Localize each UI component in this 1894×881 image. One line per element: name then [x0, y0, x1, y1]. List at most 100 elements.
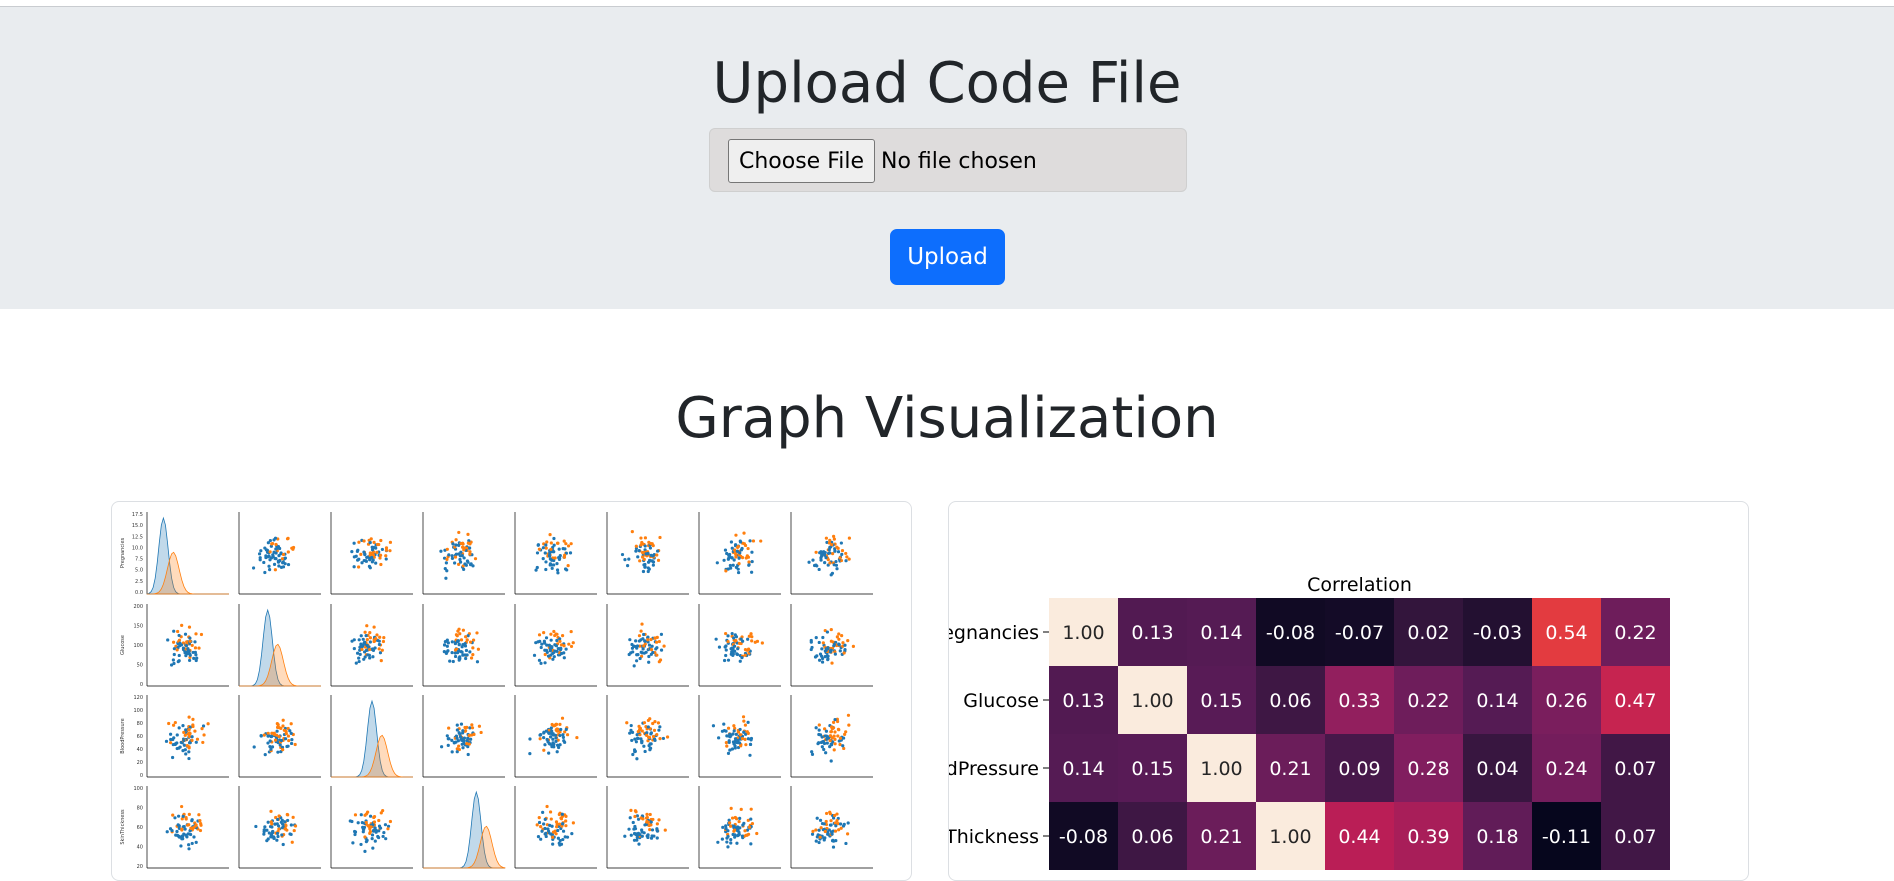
pairplot-tick-label: 2.5	[135, 579, 143, 585]
heatmap-cell-value: 0.33	[1338, 690, 1380, 712]
heatmap-cell-value: 1.00	[1131, 690, 1173, 712]
pairplot-scatter-panel	[790, 604, 873, 687]
pairplot-scatter-panel	[238, 695, 321, 778]
heatmap-cell-value: 0.39	[1407, 826, 1449, 848]
heatmap-row-label: egnancies	[949, 622, 1039, 644]
pairplot-scatter-panel	[238, 512, 321, 595]
pairplot-tick-label: 10.0	[132, 545, 143, 551]
pairplot-kde-panel	[146, 512, 229, 595]
correlation-card: Correlation egnancies 1.00 0.13 0.14 -0.08 -0.…	[948, 501, 1749, 881]
heatmap-cell-value: 0.06	[1269, 690, 1311, 712]
correlation-heatmap: Correlation egnancies 1.00 0.13 0.14 -0.08 -0.…	[949, 574, 1670, 870]
pairplot-scatter-panel	[790, 512, 873, 595]
pairplot-scatter-panel	[238, 786, 321, 869]
heatmap-cell-value: 0.15	[1200, 690, 1242, 712]
pairplot-scatter-panel	[790, 786, 873, 869]
pairplot-scatter-panel	[606, 512, 689, 595]
pairplot-scatter-panel	[606, 604, 689, 687]
upload-title: Upload Code File	[712, 51, 1182, 116]
heatmap-cell-value: -0.07	[1335, 622, 1384, 644]
heatmap-title: Correlation	[1307, 574, 1412, 596]
pairplot-row-label: SkinThickness	[120, 809, 126, 845]
pairplot-tick-label: 40	[137, 845, 143, 851]
heatmap-cell-value: 0.47	[1614, 690, 1656, 712]
pairplot-tick-label: 80	[137, 721, 143, 727]
pairplot-scatter-panel	[514, 786, 597, 869]
file-status-text: No file chosen	[881, 149, 1037, 174]
pairplot-tick-label: 20	[137, 864, 143, 870]
heatmap-cell-value: 0.18	[1476, 826, 1518, 848]
pairplot-card: Pregnancies 17.5 15.0 12.5 10.0 7.5 5.0 2.5 0.0 G…	[111, 501, 912, 881]
graph-visualization-title: Graph Visualization	[675, 386, 1219, 451]
heatmap-cell-value: 0.44	[1338, 826, 1380, 848]
heatmap-cell-value: 0.14	[1200, 622, 1242, 644]
heatmap-cell-value: 1.00	[1269, 826, 1311, 848]
heatmap-cell-value: 0.21	[1200, 826, 1242, 848]
pairplot-tick-label: 7.5	[135, 557, 143, 563]
pairplot-scatter-panel	[698, 604, 781, 687]
pairplot-scatter-panel	[790, 695, 873, 778]
pairplot-row-label: Glucose	[120, 635, 126, 655]
heatmap-cell-value: 0.26	[1545, 690, 1587, 712]
pairplot-scatter-panel	[422, 604, 505, 687]
heatmap-cell-value: -0.11	[1542, 826, 1591, 848]
choose-file-button[interactable]: Choose File	[728, 139, 876, 183]
heatmap-row-label: Glucose	[963, 690, 1039, 712]
pairplot-tick-label: 0	[140, 773, 143, 779]
heatmap-cell-value: -0.08	[1059, 826, 1108, 848]
pairplot-tick-label: 100	[133, 708, 143, 714]
heatmap-cell-value: 0.24	[1545, 758, 1587, 780]
pairplot-kde-panel	[238, 604, 321, 687]
heatmap-cell-value: -0.08	[1266, 622, 1315, 644]
pairplot-tick-label: 150	[133, 624, 143, 630]
pairplot-scatter-panel	[146, 695, 229, 778]
pairplot-scatter-panel	[422, 695, 505, 778]
pairplot-scatter-panel	[514, 604, 597, 687]
pairplot-tick-label: 0.0	[135, 590, 143, 596]
pairplot-scatter-panel	[698, 512, 781, 595]
heatmap-cell-value: 0.07	[1614, 758, 1656, 780]
pairplot-tick-label: 50	[137, 663, 143, 669]
heatmap-cell-value: 0.04	[1476, 758, 1518, 780]
pairplot-tick-label: 100	[133, 643, 143, 649]
pairplot-tick-label: 80	[137, 806, 143, 812]
pairplot-tick-label: 15.0	[132, 523, 143, 529]
heatmap-row-label: dPressure	[949, 758, 1039, 780]
pairplot-scatter-panel	[606, 695, 689, 778]
heatmap-cell-value: 0.09	[1338, 758, 1380, 780]
pairplot-scatter-panel	[146, 604, 229, 687]
pairplot-tick-label: 5.0	[135, 568, 143, 574]
heatmap-cell-value: 0.14	[1476, 690, 1518, 712]
heatmap-cell-value: 0.06	[1131, 826, 1173, 848]
pairplot-row-label: Pregnancies	[120, 537, 126, 568]
pairplot-scatter-panel	[422, 512, 505, 595]
heatmap-cell-value: 0.02	[1407, 622, 1449, 644]
pairplot-tick-label: 60	[137, 734, 143, 740]
pairplot-scatter-panel	[330, 512, 413, 595]
heatmap-cell-value: 1.00	[1062, 622, 1104, 644]
pairplot-scatter-panel	[330, 604, 413, 687]
pairplot-scatter-panel	[514, 695, 597, 778]
heatmap-cell-value: 0.13	[1131, 622, 1173, 644]
pairplot-scatter-panel	[514, 512, 597, 595]
file-input[interactable]: Choose File No file chosen	[709, 128, 1187, 192]
upload-section: Upload Code File Choose File No file cho…	[0, 7, 1894, 309]
pairplot-tick-label: 0	[140, 682, 143, 688]
pairplot-tick-label: 40	[137, 747, 143, 753]
pairplot-tick-label: 20	[137, 760, 143, 766]
pairplot-scatter-panel	[698, 695, 781, 778]
pairplot-kde-panel	[422, 786, 506, 869]
pairplot-tick-label: 100	[133, 786, 143, 792]
heatmap-cell-value: 0.14	[1062, 758, 1104, 780]
upload-button[interactable]: Upload	[890, 229, 1005, 285]
heatmap-cell-value: 0.28	[1407, 758, 1449, 780]
pairplot-tick-label: 12.5	[132, 534, 143, 540]
heatmap-row-label: Thickness	[949, 826, 1039, 848]
pairplot-tick-label: 120	[133, 695, 143, 701]
heatmap-cell-value: 1.00	[1200, 758, 1242, 780]
pairplot-kde-panel	[330, 695, 413, 778]
pairplot-scatter-panel	[330, 786, 413, 869]
heatmap-cell-value: -0.03	[1473, 622, 1522, 644]
heatmap-cell-value: 0.22	[1407, 690, 1449, 712]
heatmap-cell-value: 0.54	[1545, 622, 1587, 644]
